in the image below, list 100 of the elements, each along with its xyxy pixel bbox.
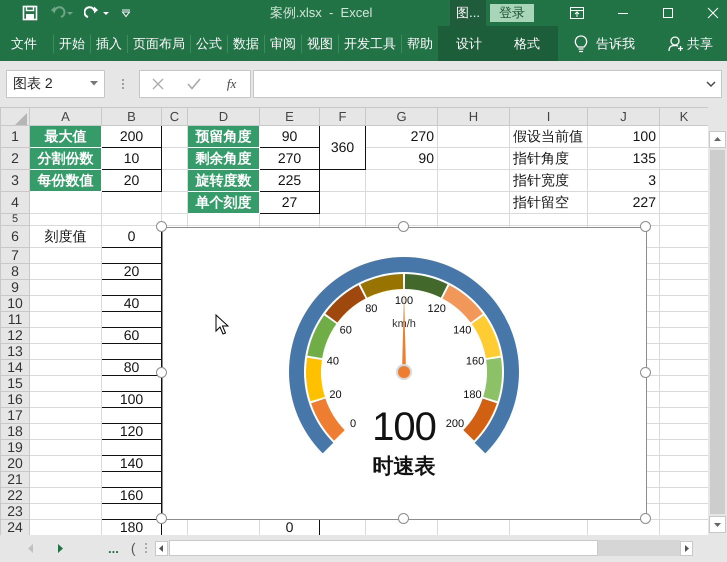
row-header[interactable]: 23 xyxy=(0,503,30,519)
caret-icon xyxy=(90,81,98,86)
scale-label: 40 xyxy=(326,355,339,368)
sheet-cell: 90 xyxy=(366,147,438,169)
sheet-cell: 3 xyxy=(588,169,660,191)
expand-icon[interactable] xyxy=(706,80,716,87)
row-header[interactable]: 19 xyxy=(0,439,30,455)
sheet-tab[interactable]: ( xyxy=(130,540,136,556)
scrollbar-thumb[interactable] xyxy=(710,150,725,514)
row-header[interactable]: 15 xyxy=(0,375,30,391)
row-header[interactable]: 4 xyxy=(0,191,30,213)
sheet-cell: 270 xyxy=(366,125,438,147)
row-header[interactable]: 7 xyxy=(0,247,30,263)
sheet-cell: 225 xyxy=(260,169,320,191)
ribbon-tab[interactable]: 页面布局 xyxy=(127,34,190,53)
row-header[interactable]: 13 xyxy=(0,343,30,359)
row-header[interactable]: 22 xyxy=(0,487,30,503)
label-cell: 单个刻度 xyxy=(188,191,260,213)
sheet-cell: 刻度值 xyxy=(30,225,102,247)
ribbon-tab[interactable]: 插入 xyxy=(90,34,127,53)
ribbon-tab[interactable]: 公式 xyxy=(190,34,227,53)
row-header[interactable]: 14 xyxy=(0,359,30,375)
row-header[interactable]: 8 xyxy=(0,263,30,279)
row-header[interactable]: 2 xyxy=(0,147,30,169)
save-icon[interactable] xyxy=(22,5,38,21)
column-header[interactable]: E xyxy=(260,107,320,125)
sheet-cell: 227 xyxy=(588,191,660,213)
sheet-cell: 135 xyxy=(588,147,660,169)
check-icon[interactable] xyxy=(187,78,202,90)
login-button[interactable]: 登录 xyxy=(490,4,534,22)
scale-label: 200 xyxy=(446,417,464,430)
row-header[interactable]: 12 xyxy=(0,327,30,343)
ribbon-tab[interactable]: 视图 xyxy=(301,34,338,53)
resize-handle[interactable] xyxy=(640,220,651,232)
scale-label: 80 xyxy=(365,302,378,314)
cancel-icon[interactable] xyxy=(152,78,164,90)
row-header[interactable]: 17 xyxy=(0,407,30,423)
ribbon-tab[interactable]: 审阅 xyxy=(264,34,301,53)
scroll-left-icon[interactable] xyxy=(154,540,168,556)
sheet-cell: 指针宽度 xyxy=(510,169,588,191)
maximize-icon[interactable] xyxy=(662,7,674,19)
scroll-up-icon[interactable] xyxy=(709,130,726,148)
column-header[interactable]: A xyxy=(30,107,102,125)
person-icon xyxy=(668,36,684,52)
sheet-cell: 100 xyxy=(588,125,660,147)
ribbon-tab[interactable]: 格式 xyxy=(504,34,550,53)
column-header[interactable]: F xyxy=(320,107,366,125)
column-header[interactable]: I xyxy=(510,107,588,125)
close-icon[interactable] xyxy=(707,7,719,19)
lightbulb-icon[interactable] xyxy=(574,34,588,53)
ribbon-tab[interactable]: 开发工具 xyxy=(338,34,401,53)
row-header[interactable]: 9 xyxy=(0,279,30,295)
row-header[interactable]: 1 xyxy=(0,125,30,147)
context-tab-label: 图... xyxy=(450,0,486,26)
column-header[interactable]: K xyxy=(660,107,708,125)
formula-input[interactable] xyxy=(253,70,722,98)
column-header[interactable]: D xyxy=(188,107,260,125)
resize-handle[interactable] xyxy=(640,512,651,524)
more-sheets-button[interactable]: ... xyxy=(108,540,119,556)
grip-icon xyxy=(144,542,148,554)
row-header[interactable]: 3 xyxy=(0,169,30,191)
label-cell: 每份数值 xyxy=(30,169,102,191)
redo-icon[interactable] xyxy=(84,5,110,21)
row-header[interactable]: 21 xyxy=(0,471,30,487)
scroll-right-icon[interactable] xyxy=(680,540,693,556)
row-header[interactable]: 6 xyxy=(0,225,30,247)
share-button[interactable]: 共享 xyxy=(662,26,719,62)
ribbon-tab[interactable]: 文件 xyxy=(6,34,53,53)
name-box[interactable]: 图表 2 xyxy=(6,70,105,98)
row-header[interactable]: 16 xyxy=(0,391,30,407)
row-header[interactable]: 18 xyxy=(0,423,30,439)
sheet-cell: 指针角度 xyxy=(510,147,588,169)
resize-handle[interactable] xyxy=(156,366,167,378)
column-header[interactable]: G xyxy=(366,107,438,125)
sheet-cell: 20 xyxy=(102,169,162,191)
insert-function-button[interactable]: fx xyxy=(224,76,238,92)
sheet-cell: 10 xyxy=(102,147,162,169)
tell-me-label[interactable]: 告诉我 xyxy=(596,34,635,53)
column-header[interactable]: C xyxy=(162,107,188,125)
resize-handle[interactable] xyxy=(398,220,409,232)
resize-handle[interactable] xyxy=(156,220,167,232)
column-header[interactable]: B xyxy=(102,107,162,125)
scroll-down-icon[interactable] xyxy=(709,516,726,532)
next-sheet-icon[interactable] xyxy=(58,544,64,553)
customize-icon[interactable] xyxy=(120,7,132,19)
row-header[interactable]: 20 xyxy=(0,455,30,471)
column-header[interactable]: H xyxy=(438,107,510,125)
row-header[interactable]: 5 xyxy=(0,213,30,225)
scrollbar-thumb[interactable] xyxy=(168,540,598,556)
resize-handle[interactable] xyxy=(156,512,167,524)
ribbon-tab[interactable]: 设计 xyxy=(446,34,492,53)
row-header[interactable]: 10 xyxy=(0,295,30,311)
ribbon-display-icon[interactable] xyxy=(570,7,584,19)
row-header[interactable]: 24 xyxy=(0,519,30,534)
window-title: 案例.xlsx - Excel xyxy=(268,4,374,22)
ribbon-tab[interactable]: 数据 xyxy=(227,34,264,53)
row-header[interactable]: 11 xyxy=(0,311,30,327)
ribbon-tab[interactable]: 开始 xyxy=(53,34,90,53)
label-cell: 分割份数 xyxy=(30,147,102,169)
column-header[interactable]: J xyxy=(588,107,660,125)
